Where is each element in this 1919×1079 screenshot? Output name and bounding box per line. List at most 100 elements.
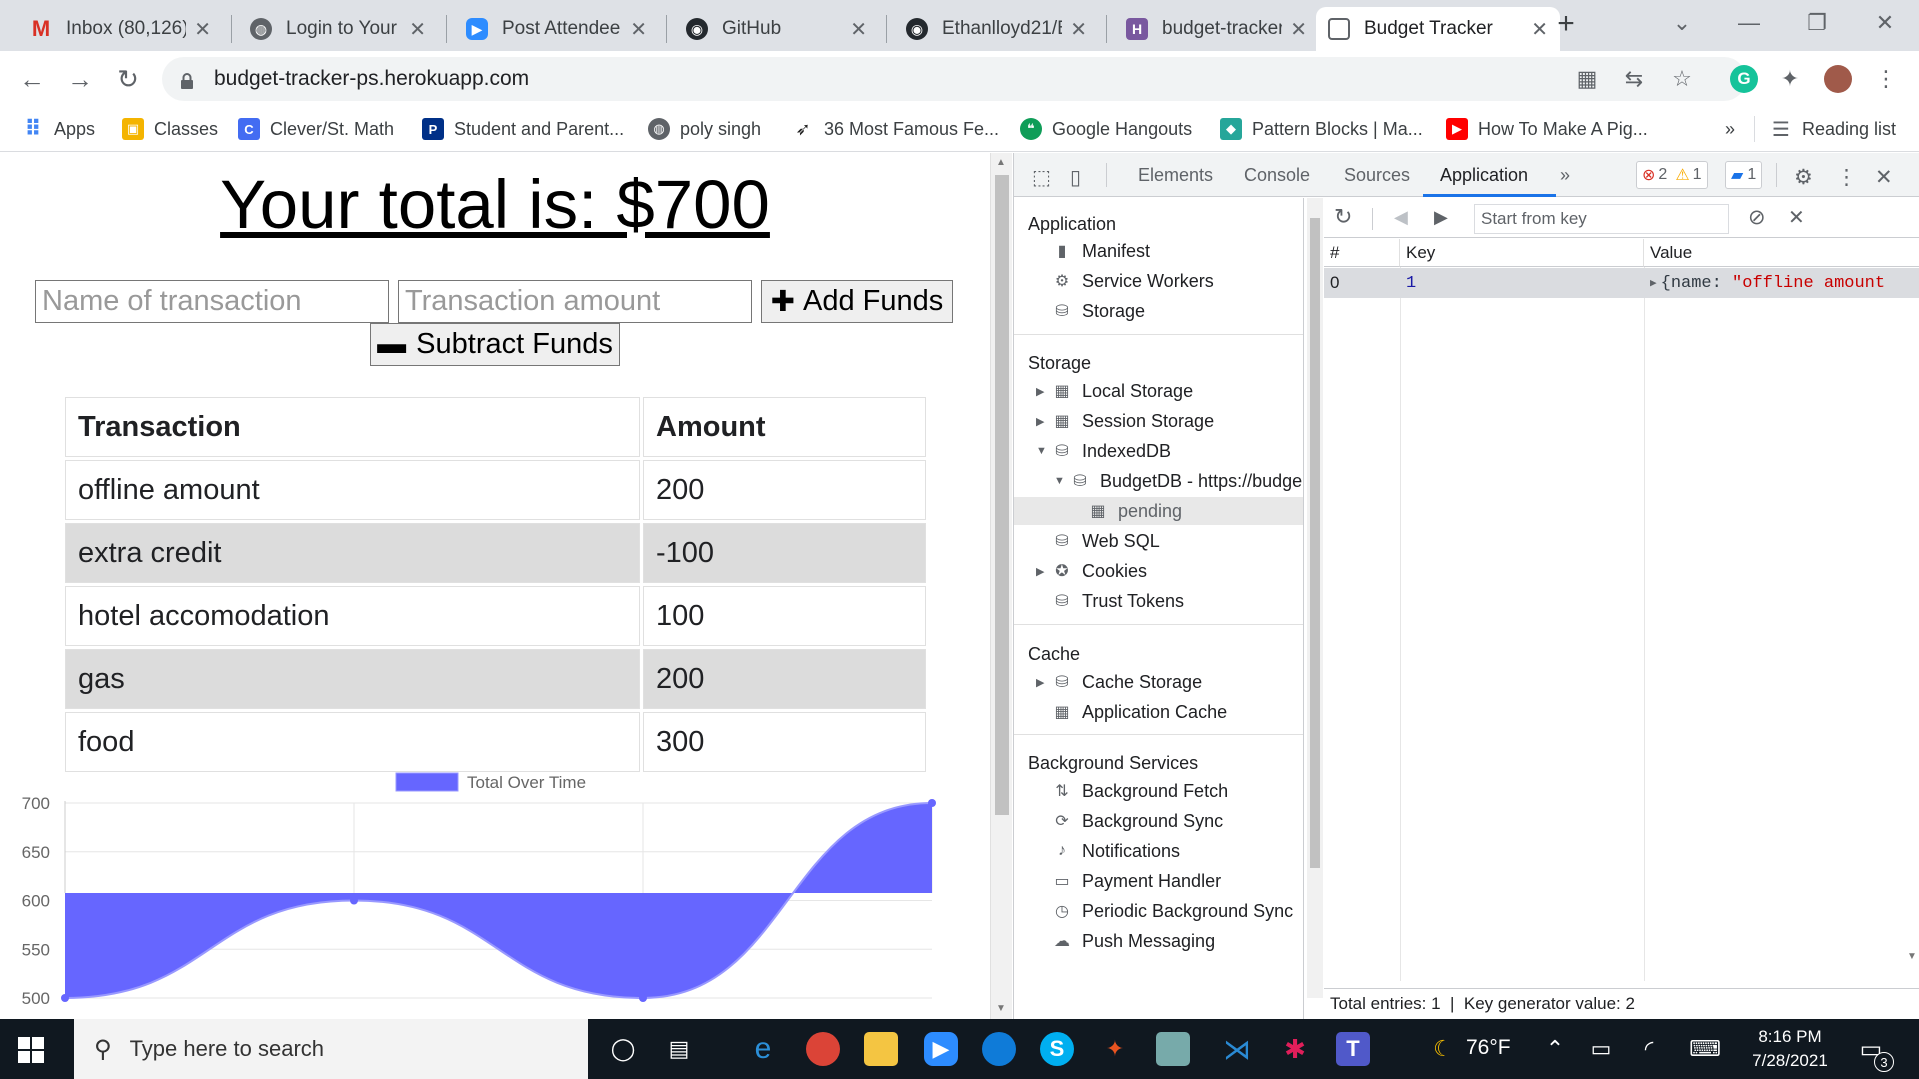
bookmark-classes[interactable]: ▣ Classes bbox=[122, 114, 218, 144]
bookmark-pattern-blocks[interactable]: ◆ Pattern Blocks | Ma... bbox=[1220, 114, 1423, 144]
sidebar-item-periodic-background-sync[interactable]: ◷ Periodic Background Sync bbox=[1052, 897, 1293, 925]
minimize-icon[interactable]: — bbox=[1726, 6, 1772, 40]
close-icon[interactable]: ✕ bbox=[1531, 17, 1548, 42]
internet-explorer-icon[interactable]: e bbox=[746, 1032, 780, 1066]
sidebar-item-cache-storage[interactable]: ▶ ⛁ Cache Storage bbox=[1036, 668, 1202, 696]
sidebar-vertical-scrollbar[interactable] bbox=[1307, 198, 1323, 998]
sidebar-item-indexeddb[interactable]: ▼ ⛁ IndexedDB bbox=[1036, 437, 1171, 465]
sidebar-item-pending[interactable]: ▦ pending bbox=[1014, 497, 1303, 525]
chrome-icon[interactable] bbox=[806, 1032, 840, 1066]
tab-application[interactable]: Application bbox=[1440, 165, 1528, 186]
collapse-arrow-icon[interactable]: ▼ bbox=[1036, 445, 1047, 457]
start-from-key-input[interactable]: Start from key bbox=[1474, 204, 1729, 234]
cortana-icon[interactable]: ◯ bbox=[606, 1032, 640, 1066]
menu-icon[interactable]: ⋮ bbox=[1872, 65, 1900, 93]
sidebar-item-storage[interactable]: ⛁ Storage bbox=[1052, 297, 1145, 325]
close-icon[interactable]: ✕ bbox=[1290, 17, 1307, 42]
transaction-amount-input[interactable]: Transaction amount bbox=[398, 280, 752, 323]
restore-icon[interactable]: ❐ bbox=[1794, 6, 1840, 40]
keyboard-icon[interactable]: ⌨ bbox=[1688, 1032, 1722, 1066]
teams-icon[interactable]: T bbox=[1336, 1032, 1370, 1066]
tab-github-repo[interactable]: ◉ Ethanlloyd21/B ✕ bbox=[894, 7, 1099, 51]
weather-temperature[interactable]: 76°F bbox=[1466, 1036, 1511, 1060]
sidebar-item-cookies[interactable]: ▶ ✪ Cookies bbox=[1036, 557, 1147, 585]
translate-icon[interactable]: ⇆ bbox=[1620, 65, 1648, 93]
messages-badge[interactable]: ▰ 1 bbox=[1725, 161, 1763, 189]
close-icon[interactable]: ✕ bbox=[194, 17, 211, 42]
scrollbar-thumb[interactable] bbox=[1310, 218, 1320, 868]
reload-icon[interactable]: ↻ bbox=[110, 61, 146, 97]
back-icon[interactable]: ← bbox=[14, 61, 50, 97]
column-value[interactable]: Value bbox=[1644, 239, 1919, 267]
expand-arrow-icon[interactable]: ▶ bbox=[1036, 415, 1044, 428]
chevron-up-icon[interactable]: ⌃ bbox=[1538, 1032, 1572, 1066]
next-page-icon[interactable]: ▶ bbox=[1434, 207, 1448, 228]
wifi-icon[interactable]: ◜ bbox=[1632, 1032, 1666, 1066]
settings-gear-icon[interactable]: ⚙ bbox=[1794, 165, 1813, 190]
sidebar-item-manifest[interactable]: ▮ Manifest bbox=[1052, 237, 1150, 265]
battery-icon[interactable]: ▭ bbox=[1584, 1032, 1618, 1066]
grammarly-icon[interactable]: G bbox=[1730, 65, 1758, 93]
avatar[interactable] bbox=[1824, 65, 1852, 93]
bookmark-apps[interactable]: ⠿ Apps bbox=[22, 114, 95, 144]
device-toolbar-icon[interactable]: ▯ bbox=[1070, 165, 1081, 190]
page-scrollbar[interactable]: ▲ ▼ bbox=[990, 153, 1012, 1019]
scrollbar-thumb[interactable] bbox=[995, 175, 1009, 815]
tab-sources[interactable]: Sources bbox=[1344, 165, 1410, 186]
bookmarks-more-button[interactable]: » bbox=[1725, 114, 1735, 144]
expand-arrow-icon[interactable]: ▶ bbox=[1650, 276, 1657, 290]
sidebar-item-application-cache[interactable]: ▦ Application Cache bbox=[1052, 698, 1227, 726]
refresh-icon[interactable]: ↻ bbox=[1334, 204, 1352, 230]
column-index[interactable]: # bbox=[1324, 239, 1400, 267]
previous-page-icon[interactable]: ◀ bbox=[1394, 207, 1408, 228]
expand-arrow-icon[interactable]: ▶ bbox=[1036, 565, 1044, 578]
bookmark-student-parent[interactable]: P Student and Parent... bbox=[422, 114, 624, 144]
skype-icon[interactable]: S bbox=[1040, 1032, 1074, 1066]
column-key[interactable]: Key bbox=[1400, 239, 1644, 267]
sidebar-item-session-storage[interactable]: ▶ ▦ Session Storage bbox=[1036, 407, 1214, 435]
expand-arrow-icon[interactable]: ▶ bbox=[1036, 385, 1044, 398]
collapse-arrow-icon[interactable]: ▼ bbox=[1054, 475, 1065, 487]
sidebar-item-push-messaging[interactable]: ☁ Push Messaging bbox=[1052, 927, 1215, 955]
slack-icon[interactable]: ✱ bbox=[1278, 1032, 1312, 1066]
sidebar-item-trust-tokens[interactable]: ⛁ Trust Tokens bbox=[1052, 587, 1184, 615]
sidebar-item-budgetdb[interactable]: ▼ ⛁ BudgetDB - https://budge bbox=[1054, 467, 1302, 495]
zoom-icon[interactable]: ▶ bbox=[924, 1032, 958, 1066]
reading-list-button[interactable]: ☰ Reading list bbox=[1770, 114, 1896, 144]
vscode-icon[interactable]: ⋊ bbox=[1220, 1032, 1254, 1066]
task-view-icon[interactable]: ▤ bbox=[662, 1032, 696, 1066]
tab-github[interactable]: ◉ GitHub ✕ bbox=[674, 7, 879, 51]
tab-login[interactable]: ◍ Login to Your A ✕ bbox=[238, 7, 438, 51]
bookmark-star-icon[interactable]: ☆ bbox=[1668, 65, 1696, 93]
bookmark-youtube[interactable]: ▶ How To Make A Pig... bbox=[1446, 114, 1648, 144]
scroll-down-icon[interactable]: ▼ bbox=[996, 1003, 1006, 1014]
close-icon[interactable]: ✕ bbox=[1070, 17, 1087, 42]
file-explorer-icon[interactable] bbox=[864, 1032, 898, 1066]
extensions-icon[interactable]: ✦ bbox=[1776, 65, 1804, 93]
sidebar-item-local-storage[interactable]: ▶ ▦ Local Storage bbox=[1036, 377, 1193, 405]
taskbar-search-box[interactable]: ⚲ Type here to search bbox=[74, 1019, 588, 1079]
tab-budget-tracker[interactable]: Budget Tracker ✕ bbox=[1316, 7, 1560, 51]
close-devtools-icon[interactable]: ✕ bbox=[1875, 165, 1893, 190]
expand-arrow-icon[interactable]: ▶ bbox=[1036, 676, 1044, 689]
table-row[interactable]: 0 1 ▶ {name: "offline amount bbox=[1324, 268, 1919, 298]
subtract-funds-button[interactable]: ▬ Subtract Funds bbox=[370, 323, 620, 366]
sidebar-item-background-fetch[interactable]: ⇅ Background Fetch bbox=[1052, 777, 1228, 805]
qr-code-icon[interactable]: ▦ bbox=[1573, 65, 1601, 93]
scroll-down-icon[interactable]: ▼ bbox=[1907, 951, 1917, 962]
issues-badge[interactable]: ⊗ 2 ⚠ 1 bbox=[1636, 161, 1708, 189]
bookmark-hangouts[interactable]: ❝ Google Hangouts bbox=[1020, 114, 1192, 144]
transaction-name-input[interactable]: Name of transaction bbox=[35, 280, 389, 323]
sidebar-item-notifications[interactable]: ♪ Notifications bbox=[1052, 837, 1180, 865]
scroll-up-icon[interactable]: ▲ bbox=[996, 157, 1006, 168]
tab-zoom[interactable]: ▶ Post Attendee - ✕ bbox=[454, 7, 659, 51]
devtools-menu-icon[interactable]: ⋮ bbox=[1836, 165, 1857, 190]
tab-elements[interactable]: Elements bbox=[1138, 165, 1213, 186]
tab-console[interactable]: Console bbox=[1244, 165, 1310, 186]
bookmark-poly-singh[interactable]: ◍ poly singh bbox=[648, 114, 761, 144]
sidebar-item-service-workers[interactable]: ⚙ Service Workers bbox=[1052, 267, 1214, 295]
tab-search-icon[interactable]: ⌄ bbox=[1659, 6, 1705, 40]
clear-object-store-icon[interactable]: ⊘ bbox=[1748, 205, 1766, 230]
new-tab-button[interactable]: + bbox=[1548, 6, 1584, 42]
clock[interactable]: 8:16 PM 7/28/2021 bbox=[1735, 1025, 1845, 1073]
